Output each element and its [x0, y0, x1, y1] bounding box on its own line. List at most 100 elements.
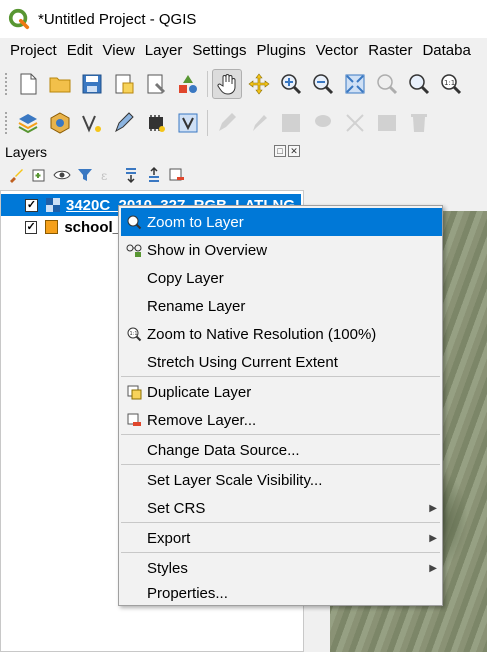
close-panel-button[interactable]: ✕: [288, 145, 300, 157]
trash-icon: [411, 114, 427, 132]
collapse-all-button[interactable]: [144, 165, 164, 185]
zoom-full-button[interactable]: [340, 69, 370, 99]
new-file-icon: [20, 73, 37, 95]
expand-all-icon: [126, 168, 136, 184]
menu-separator: [121, 464, 440, 465]
delete-selected-button[interactable]: [404, 108, 434, 138]
pan-map-button[interactable]: [212, 69, 242, 99]
menu-item-styles[interactable]: Styles ▶: [121, 554, 442, 582]
zoom-out-icon: [313, 74, 334, 95]
menu-item-duplicate-layer[interactable]: Duplicate Layer: [121, 378, 442, 406]
menu-settings[interactable]: Settings: [187, 38, 251, 64]
layout-manager-icon: [147, 74, 166, 94]
zoom-layer-icon: [125, 213, 143, 231]
remove-layer-button[interactable]: [167, 165, 187, 185]
menu-item-zoom-to-layer[interactable]: Zoom to Layer: [121, 208, 442, 236]
add-group-button[interactable]: [29, 165, 49, 185]
window-title: *Untitled Project - QGIS: [38, 10, 197, 28]
toolbar-grip[interactable]: [4, 111, 8, 135]
add-feature-button[interactable]: [308, 108, 338, 138]
menu-item-rename-layer[interactable]: Rename Layer: [121, 292, 442, 320]
menu-plugins[interactable]: Plugins: [252, 38, 311, 64]
panel-buttons: □ ✕: [274, 145, 300, 157]
main-toolbar: 1:1: [0, 65, 487, 103]
float-panel-button[interactable]: □: [274, 145, 286, 157]
layer-visibility-checkbox[interactable]: ✓: [25, 198, 38, 212]
expand-all-button[interactable]: [121, 165, 141, 185]
menu-project[interactable]: Project: [0, 38, 62, 64]
pan-to-selection-button[interactable]: [244, 69, 274, 99]
menu-layer[interactable]: Layer: [140, 38, 188, 64]
svg-text:1:1: 1:1: [444, 79, 455, 87]
layers-panel-title: Layers: [5, 144, 48, 160]
visibility-button[interactable]: [52, 165, 72, 185]
layout-manager-button[interactable]: [141, 69, 171, 99]
filter-expression-button[interactable]: ε: [98, 165, 118, 185]
zoom-native-icon: 1:1: [441, 74, 462, 95]
menu-item-export[interactable]: Export ▶: [121, 524, 442, 552]
filter-legend-button[interactable]: [75, 165, 95, 185]
remove-layer-icon: [169, 168, 184, 181]
new-project-button[interactable]: [13, 69, 43, 99]
zoom-to-layer-button[interactable]: [404, 69, 434, 99]
overview-icon: [125, 241, 143, 259]
style-layer-button[interactable]: [6, 165, 26, 185]
digitize-button[interactable]: [109, 108, 139, 138]
menu-item-show-in-overview[interactable]: Show in Overview: [121, 236, 442, 264]
open-project-button[interactable]: [45, 69, 75, 99]
toggle-edit-icon: [253, 115, 267, 131]
add-feature-icon: [315, 115, 331, 127]
add-group-icon: [32, 169, 45, 182]
toolbar-separator: [207, 71, 208, 97]
menu-item-properties[interactable]: Properties...: [121, 579, 442, 607]
save-edits-icon: [282, 114, 300, 132]
zoom-full-icon: [345, 74, 365, 94]
zoom-in-button[interactable]: [276, 69, 306, 99]
new-geopackage-button[interactable]: [45, 108, 75, 138]
folder-icon: [49, 77, 71, 93]
layer-row[interactable]: ✓ school_: [1, 216, 121, 238]
vertex-tool-button[interactable]: [340, 108, 370, 138]
zoom-to-selection-button[interactable]: [372, 69, 402, 99]
pan-selection-icon: [248, 73, 270, 95]
menu-item-copy-layer[interactable]: Copy Layer: [121, 264, 442, 292]
current-edits-button[interactable]: [212, 108, 242, 138]
style-manager-button[interactable]: [173, 69, 203, 99]
layers-toolbar: ε: [0, 162, 306, 188]
edit-pencil-icon: [219, 113, 236, 131]
menu-item-zoom-native[interactable]: 1:1 Zoom to Native Resolution (100%): [121, 320, 442, 348]
menu-item-remove-layer[interactable]: Remove Layer...: [121, 406, 442, 434]
temporary-layer-button[interactable]: [141, 108, 171, 138]
menu-item-stretch-extent[interactable]: Stretch Using Current Extent: [121, 348, 442, 376]
virtual-layer-button[interactable]: [173, 108, 203, 138]
qgis-logo-icon: [8, 8, 30, 30]
menu-view[interactable]: View: [98, 38, 140, 64]
new-print-layout-button[interactable]: [109, 69, 139, 99]
modify-attributes-button[interactable]: [372, 108, 402, 138]
data-source-manager-button[interactable]: [13, 108, 43, 138]
new-shapefile-button[interactable]: [77, 108, 107, 138]
menu-item-set-crs[interactable]: Set CRS ▶: [121, 494, 442, 522]
save-project-button[interactable]: [77, 69, 107, 99]
toolbar-grip[interactable]: [4, 72, 8, 96]
toggle-editing-button[interactable]: [244, 108, 274, 138]
geopackage-icon: [50, 112, 70, 134]
menu-vector[interactable]: Vector: [311, 38, 364, 64]
zoom-native-button[interactable]: 1:1: [436, 69, 466, 99]
save-edits-button[interactable]: [276, 108, 306, 138]
menu-edit[interactable]: Edit: [62, 38, 98, 64]
menu-database[interactable]: Databa: [417, 38, 475, 64]
data-source-icon: [18, 114, 38, 134]
expression-filter-icon: ε: [101, 169, 107, 183]
title-bar: *Untitled Project - QGIS: [0, 0, 487, 38]
menu-item-change-data-source[interactable]: Change Data Source...: [121, 436, 442, 464]
layer-visibility-checkbox[interactable]: ✓: [25, 220, 38, 234]
menu-raster[interactable]: Raster: [363, 38, 417, 64]
save-icon: [82, 74, 102, 94]
menu-item-scale-visibility[interactable]: Set Layer Scale Visibility...: [121, 466, 442, 494]
vertex-tool-icon: [346, 114, 364, 132]
submenu-arrow-icon: ▶: [429, 562, 437, 574]
layer-name: school_: [64, 218, 121, 236]
zoom-out-button[interactable]: [308, 69, 338, 99]
menu-separator: [121, 434, 440, 435]
